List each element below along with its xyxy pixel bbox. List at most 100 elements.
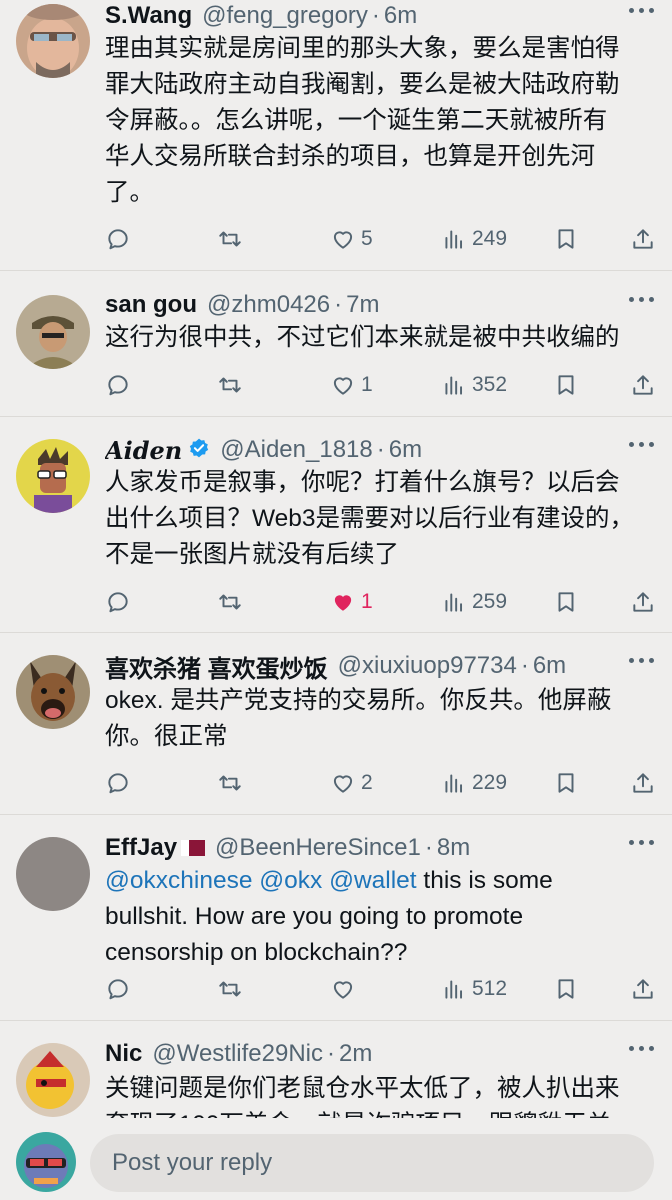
tweet[interactable]: 𝑨𝒊𝒅𝒆𝒏 @Aiden_1818 · 6m 人家发币是叙事，你呢？打着什么旗号…	[0, 416, 672, 633]
more-icon[interactable]	[629, 1046, 654, 1051]
display-name[interactable]: 喜欢杀猪 喜欢蛋炒饭	[105, 650, 328, 683]
share-button[interactable]	[630, 974, 656, 1004]
user-handle[interactable]: @xiuxiuop97734	[338, 652, 517, 680]
timestamp[interactable]: 8m	[437, 834, 470, 862]
user-handle[interactable]: @Aiden_1818	[220, 436, 372, 464]
bookmark-button[interactable]	[553, 587, 579, 617]
qatar-flag-icon	[181, 840, 206, 856]
tweet-text: 这行为很中共，不过它们本来就是被中共收编的	[105, 324, 620, 351]
separator-dot: ·	[371, 2, 380, 29]
bookmark-icon	[553, 770, 579, 796]
reply-input[interactable]: Post your reply	[90, 1134, 654, 1192]
views-button[interactable]: 259	[441, 587, 507, 617]
user-handle[interactable]: @feng_gregory	[202, 2, 368, 30]
reply-button[interactable]	[105, 224, 131, 254]
tweet-text: 关键问题是你们老鼠仓水平太低了，被人扒出来 套现了100万美金，就是诈骗项目，跟…	[105, 1075, 620, 1118]
more-icon[interactable]	[629, 297, 654, 302]
timestamp[interactable]: 6m	[384, 2, 417, 30]
avatar[interactable]	[16, 837, 90, 911]
bookmark-button[interactable]	[553, 370, 579, 400]
like-count: 1	[361, 373, 373, 396]
views-button[interactable]: 249	[441, 224, 507, 254]
bookmark-icon	[553, 589, 579, 615]
mention-link[interactable]: @okxchinese	[105, 867, 252, 894]
display-name[interactable]: S.Wang	[105, 2, 192, 30]
avatar[interactable]	[16, 295, 90, 369]
bookmark-icon	[553, 976, 579, 1002]
tweet-text: 人家发币是叙事，你呢？打着什么旗号？以后会 出什么项目？Web3是需要对以后行业…	[105, 469, 635, 568]
display-name[interactable]: 𝑨𝒊𝒅𝒆𝒏	[105, 436, 182, 465]
tweet[interactable]: 喜欢杀猪 喜欢蛋炒饭 @xiuxiuop97734 · 6m okex. 是共产…	[0, 632, 672, 815]
display-name[interactable]: EffJay	[105, 834, 177, 862]
reply-button[interactable]	[105, 974, 131, 1004]
share-button[interactable]	[630, 768, 656, 798]
mention-link[interactable]: @okx	[259, 867, 322, 894]
reply-composer: Post your reply	[0, 1118, 672, 1200]
bookmark-button[interactable]	[553, 768, 579, 798]
retweet-button[interactable]	[217, 370, 243, 400]
views-button[interactable]: 352	[441, 370, 507, 400]
like-button[interactable]: 1	[330, 370, 373, 400]
action-bar: 512	[105, 974, 656, 1004]
like-button[interactable]	[330, 974, 361, 1004]
verified-badge-icon	[188, 437, 210, 464]
tweet[interactable]: EffJay @BeenHereSince1 · 8m @okxchinese …	[0, 814, 672, 1021]
separator-dot: ·	[334, 291, 343, 318]
more-icon[interactable]	[629, 8, 654, 13]
retweet-button[interactable]	[217, 587, 243, 617]
timestamp[interactable]: 2m	[339, 1040, 372, 1068]
reply-button[interactable]	[105, 587, 131, 617]
user-handle[interactable]: @BeenHereSince1	[215, 834, 421, 862]
share-icon	[630, 372, 656, 398]
heart-icon	[330, 976, 356, 1002]
share-button[interactable]	[630, 370, 656, 400]
tweet-text: @okxchinese @okx @wallet this is some bu…	[105, 863, 642, 971]
tweet[interactable]: Nic @Westlife29Nic · 2m 关键问题是你们老鼠仓水平太低了，…	[0, 1020, 672, 1118]
timestamp[interactable]: 6m	[389, 436, 422, 464]
timestamp[interactable]: 6m	[533, 652, 566, 680]
share-button[interactable]	[630, 224, 656, 254]
like-button-liked[interactable]: 1	[330, 587, 373, 617]
avatar[interactable]	[16, 4, 90, 78]
view-count: 249	[472, 227, 508, 250]
views-icon	[441, 770, 467, 796]
views-button[interactable]: 512	[441, 974, 507, 1004]
tweet-header: 𝑨𝒊𝒅𝒆𝒏 @Aiden_1818 · 6m	[105, 434, 618, 466]
display-name[interactable]: san gou	[105, 291, 197, 319]
view-count: 259	[472, 590, 508, 613]
avatar[interactable]	[16, 1132, 76, 1192]
bookmark-button[interactable]	[553, 974, 579, 1004]
timestamp[interactable]: 7m	[346, 291, 379, 319]
views-button[interactable]: 229	[441, 768, 507, 798]
display-name[interactable]: Nic	[105, 1040, 142, 1068]
avatar[interactable]	[16, 439, 90, 513]
avatar[interactable]	[16, 655, 90, 729]
user-handle[interactable]: @zhm0426	[207, 291, 330, 319]
more-icon[interactable]	[629, 442, 654, 447]
retweet-icon	[217, 770, 243, 796]
heart-icon	[330, 770, 356, 796]
reply-button[interactable]	[105, 370, 131, 400]
bookmark-icon	[553, 372, 579, 398]
tweet[interactable]: S.Wang @feng_gregory · 6m 理由其实就是房间里的那头大象…	[0, 0, 672, 270]
tweet[interactable]: san gou @zhm0426 · 7m 这行为很中共，不过它们本来就是被中共…	[0, 270, 672, 417]
tweet-header: san gou @zhm0426 · 7m	[105, 289, 618, 321]
bookmark-button[interactable]	[553, 224, 579, 254]
action-bar: 5 249	[105, 224, 656, 254]
like-button[interactable]: 5	[330, 224, 373, 254]
reply-button[interactable]	[105, 768, 131, 798]
share-button[interactable]	[630, 587, 656, 617]
more-icon[interactable]	[629, 840, 654, 845]
share-icon	[630, 589, 656, 615]
retweet-icon	[217, 976, 243, 1002]
mention-link[interactable]: @wallet	[329, 867, 417, 894]
retweet-button[interactable]	[217, 974, 243, 1004]
user-handle[interactable]: @Westlife29Nic	[152, 1040, 323, 1068]
tweet-text: 理由其实就是房间里的那头大象，要么是害怕得 罪大陆政府主动自我阉割，要么是被大陆…	[105, 35, 620, 206]
avatar[interactable]	[16, 1043, 90, 1117]
like-button[interactable]: 2	[330, 768, 373, 798]
retweet-button[interactable]	[217, 224, 243, 254]
more-icon[interactable]	[629, 658, 654, 663]
retweet-button[interactable]	[217, 768, 243, 798]
heart-filled-icon	[330, 589, 356, 615]
